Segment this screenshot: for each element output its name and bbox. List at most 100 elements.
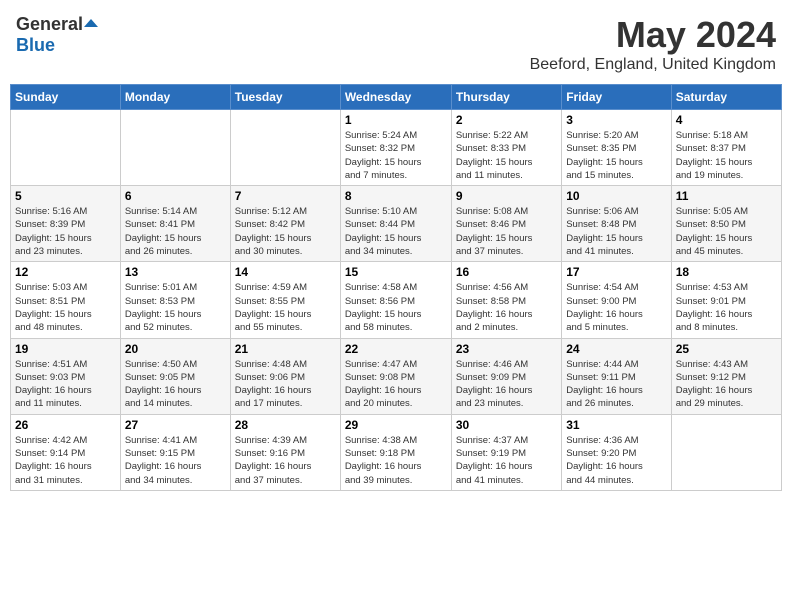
day-number: 29 bbox=[345, 418, 447, 432]
calendar-day-cell: 28 Sunrise: 4:39 AM Sunset: 9:16 PM Dayli… bbox=[230, 414, 340, 490]
day-info: Sunrise: 4:44 AM Sunset: 9:11 PM Dayligh… bbox=[566, 358, 666, 411]
day-info: Sunrise: 4:42 AM Sunset: 9:14 PM Dayligh… bbox=[15, 434, 116, 487]
calendar-day-cell bbox=[11, 110, 121, 186]
day-info: Sunrise: 4:38 AM Sunset: 9:18 PM Dayligh… bbox=[345, 434, 447, 487]
day-number: 13 bbox=[125, 265, 226, 279]
calendar-day-cell: 9Sunrise: 5:08 AM Sunset: 8:46 PM Daylig… bbox=[451, 186, 561, 262]
calendar-day-cell: 19 Sunrise: 4:51 AM Sunset: 9:03 PM Dayli… bbox=[11, 338, 121, 414]
day-number: 2 bbox=[456, 113, 557, 127]
weekday-header-cell: Friday bbox=[562, 85, 671, 110]
calendar-day-cell: 20Sunrise: 4:50 AM Sunset: 9:05 PM Dayli… bbox=[120, 338, 230, 414]
calendar-day-cell: 24Sunrise: 4:44 AM Sunset: 9:11 PM Dayli… bbox=[562, 338, 671, 414]
calendar-day-cell bbox=[230, 110, 340, 186]
day-number: 28 bbox=[235, 418, 336, 432]
weekday-header-cell: Saturday bbox=[671, 85, 781, 110]
day-info: Sunrise: 4:47 AM Sunset: 9:08 PM Dayligh… bbox=[345, 358, 447, 411]
day-info: Sunrise: 5:24 AM Sunset: 8:32 PM Dayligh… bbox=[345, 129, 447, 182]
day-info: Sunrise: 5:05 AM Sunset: 8:50 PM Dayligh… bbox=[676, 205, 777, 258]
calendar-day-cell: 2 Sunrise: 5:22 AM Sunset: 8:33 PM Daylig… bbox=[451, 110, 561, 186]
day-number: 22 bbox=[345, 342, 447, 356]
day-info: Sunrise: 4:41 AM Sunset: 9:15 PM Dayligh… bbox=[125, 434, 226, 487]
day-info: Sunrise: 5:12 AM Sunset: 8:42 PM Dayligh… bbox=[235, 205, 336, 258]
calendar-day-cell: 22 Sunrise: 4:47 AM Sunset: 9:08 PM Dayli… bbox=[340, 338, 451, 414]
day-number: 11 bbox=[676, 189, 777, 203]
day-info: Sunrise: 5:22 AM Sunset: 8:33 PM Dayligh… bbox=[456, 129, 557, 182]
day-info: Sunrise: 4:46 AM Sunset: 9:09 PM Dayligh… bbox=[456, 358, 557, 411]
day-number: 30 bbox=[456, 418, 557, 432]
calendar-week-row: 26Sunrise: 4:42 AM Sunset: 9:14 PM Dayli… bbox=[11, 414, 782, 490]
day-info: Sunrise: 4:56 AM Sunset: 8:58 PM Dayligh… bbox=[456, 281, 557, 334]
logo-general-text: General bbox=[16, 14, 83, 35]
day-info: Sunrise: 4:53 AM Sunset: 9:01 PM Dayligh… bbox=[676, 281, 777, 334]
day-info: Sunrise: 5:03 AM Sunset: 8:51 PM Dayligh… bbox=[15, 281, 116, 334]
calendar-day-cell: 6Sunrise: 5:14 AM Sunset: 8:41 PM Daylig… bbox=[120, 186, 230, 262]
weekday-header-cell: Sunday bbox=[11, 85, 121, 110]
month-title: May 2024 bbox=[530, 14, 776, 56]
day-info: Sunrise: 4:51 AM Sunset: 9:03 PM Dayligh… bbox=[15, 358, 116, 411]
calendar-week-row: 5 Sunrise: 5:16 AM Sunset: 8:39 PM Daylig… bbox=[11, 186, 782, 262]
day-number: 23 bbox=[456, 342, 557, 356]
day-number: 4 bbox=[676, 113, 777, 127]
day-number: 31 bbox=[566, 418, 666, 432]
day-info: Sunrise: 5:06 AM Sunset: 8:48 PM Dayligh… bbox=[566, 205, 666, 258]
day-info: Sunrise: 4:37 AM Sunset: 9:19 PM Dayligh… bbox=[456, 434, 557, 487]
calendar-day-cell: 29 Sunrise: 4:38 AM Sunset: 9:18 PM Dayli… bbox=[340, 414, 451, 490]
calendar-day-cell: 23 Sunrise: 4:46 AM Sunset: 9:09 PM Dayli… bbox=[451, 338, 561, 414]
calendar-day-cell: 27Sunrise: 4:41 AM Sunset: 9:15 PM Dayli… bbox=[120, 414, 230, 490]
day-number: 8 bbox=[345, 189, 447, 203]
calendar-day-cell bbox=[120, 110, 230, 186]
day-number: 12 bbox=[15, 265, 116, 279]
day-number: 5 bbox=[15, 189, 116, 203]
title-area: May 2024 Beeford, England, United Kingdo… bbox=[530, 14, 776, 74]
day-info: Sunrise: 4:39 AM Sunset: 9:16 PM Dayligh… bbox=[235, 434, 336, 487]
day-number: 14 bbox=[235, 265, 336, 279]
day-number: 18 bbox=[676, 265, 777, 279]
day-info: Sunrise: 5:16 AM Sunset: 8:39 PM Dayligh… bbox=[15, 205, 116, 258]
calendar-week-row: 19 Sunrise: 4:51 AM Sunset: 9:03 PM Dayli… bbox=[11, 338, 782, 414]
calendar-table: SundayMondayTuesdayWednesdayThursdayFrid… bbox=[10, 84, 782, 491]
day-number: 6 bbox=[125, 189, 226, 203]
day-info: Sunrise: 4:50 AM Sunset: 9:05 PM Dayligh… bbox=[125, 358, 226, 411]
day-number: 1 bbox=[345, 113, 447, 127]
day-info: Sunrise: 5:20 AM Sunset: 8:35 PM Dayligh… bbox=[566, 129, 666, 182]
calendar-day-cell: 11 Sunrise: 5:05 AM Sunset: 8:50 PM Dayli… bbox=[671, 186, 781, 262]
day-info: Sunrise: 4:48 AM Sunset: 9:06 PM Dayligh… bbox=[235, 358, 336, 411]
calendar-day-cell: 1 Sunrise: 5:24 AM Sunset: 8:32 PM Daylig… bbox=[340, 110, 451, 186]
day-number: 17 bbox=[566, 265, 666, 279]
day-info: Sunrise: 5:01 AM Sunset: 8:53 PM Dayligh… bbox=[125, 281, 226, 334]
calendar-day-cell: 14 Sunrise: 4:59 AM Sunset: 8:55 PM Dayli… bbox=[230, 262, 340, 338]
weekday-header-cell: Thursday bbox=[451, 85, 561, 110]
calendar-day-cell: 8Sunrise: 5:10 AM Sunset: 8:44 PM Daylig… bbox=[340, 186, 451, 262]
calendar-day-cell: 3 Sunrise: 5:20 AM Sunset: 8:35 PM Daylig… bbox=[562, 110, 671, 186]
calendar-day-cell: 26Sunrise: 4:42 AM Sunset: 9:14 PM Dayli… bbox=[11, 414, 121, 490]
logo: General Blue bbox=[16, 14, 98, 56]
calendar-week-row: 12 Sunrise: 5:03 AM Sunset: 8:51 PM Dayli… bbox=[11, 262, 782, 338]
calendar-day-cell: 15Sunrise: 4:58 AM Sunset: 8:56 PM Dayli… bbox=[340, 262, 451, 338]
day-number: 3 bbox=[566, 113, 666, 127]
day-number: 7 bbox=[235, 189, 336, 203]
calendar-day-cell: 4 Sunrise: 5:18 AM Sunset: 8:37 PM Daylig… bbox=[671, 110, 781, 186]
calendar-day-cell: 18 Sunrise: 4:53 AM Sunset: 9:01 PM Dayli… bbox=[671, 262, 781, 338]
calendar-day-cell: 31Sunrise: 4:36 AM Sunset: 9:20 PM Dayli… bbox=[562, 414, 671, 490]
logo-bird-icon bbox=[84, 17, 98, 31]
weekday-header-cell: Tuesday bbox=[230, 85, 340, 110]
weekday-header-row: SundayMondayTuesdayWednesdayThursdayFrid… bbox=[11, 85, 782, 110]
day-number: 19 bbox=[15, 342, 116, 356]
day-number: 21 bbox=[235, 342, 336, 356]
calendar-day-cell: 12 Sunrise: 5:03 AM Sunset: 8:51 PM Dayli… bbox=[11, 262, 121, 338]
day-number: 9 bbox=[456, 189, 557, 203]
location-title: Beeford, England, United Kingdom bbox=[530, 56, 776, 74]
day-info: Sunrise: 4:54 AM Sunset: 9:00 PM Dayligh… bbox=[566, 281, 666, 334]
weekday-header-cell: Wednesday bbox=[340, 85, 451, 110]
calendar-day-cell: 10Sunrise: 5:06 AM Sunset: 8:48 PM Dayli… bbox=[562, 186, 671, 262]
weekday-header-cell: Monday bbox=[120, 85, 230, 110]
day-info: Sunrise: 4:59 AM Sunset: 8:55 PM Dayligh… bbox=[235, 281, 336, 334]
day-info: Sunrise: 5:18 AM Sunset: 8:37 PM Dayligh… bbox=[676, 129, 777, 182]
day-number: 25 bbox=[676, 342, 777, 356]
day-number: 15 bbox=[345, 265, 447, 279]
calendar-day-cell: 17 Sunrise: 4:54 AM Sunset: 9:00 PM Dayli… bbox=[562, 262, 671, 338]
day-info: Sunrise: 4:43 AM Sunset: 9:12 PM Dayligh… bbox=[676, 358, 777, 411]
calendar-day-cell: 25 Sunrise: 4:43 AM Sunset: 9:12 PM Dayli… bbox=[671, 338, 781, 414]
calendar-day-cell: 13 Sunrise: 5:01 AM Sunset: 8:53 PM Dayli… bbox=[120, 262, 230, 338]
calendar-day-cell bbox=[671, 414, 781, 490]
